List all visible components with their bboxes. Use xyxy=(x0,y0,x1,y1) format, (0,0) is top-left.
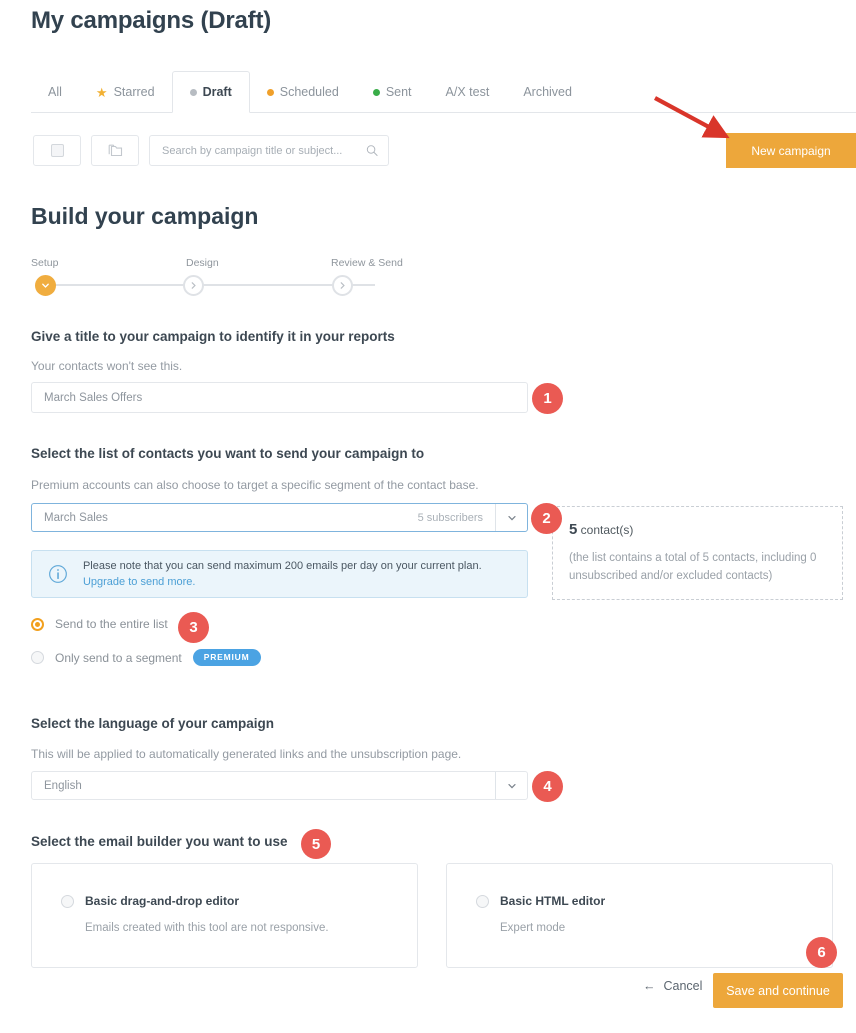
radio-label: Only send to a segment xyxy=(55,650,182,665)
language-select[interactable]: English xyxy=(31,771,528,800)
contacts-note: (the list contains a total of 5 contacts… xyxy=(569,552,817,582)
step-node-setup[interactable] xyxy=(35,275,56,296)
stepper-track xyxy=(45,284,375,286)
contact-list-select[interactable]: March Sales 5 subscribers xyxy=(31,503,528,532)
radio-label: Send to the entire list xyxy=(55,617,168,631)
annotation-badge-5: 5 xyxy=(301,829,331,859)
editor-card-drag-and-drop[interactable]: Basic drag-and-drop editor Emails create… xyxy=(31,863,418,968)
search-icon xyxy=(366,145,378,157)
step-label-setup: Setup xyxy=(31,257,59,269)
search-input[interactable] xyxy=(160,143,366,158)
upgrade-link[interactable]: Upgrade to send more. xyxy=(83,576,196,588)
info-icon xyxy=(49,565,67,583)
tab-label: All xyxy=(48,85,62,99)
step-node-design[interactable] xyxy=(183,275,204,296)
contacts-count-suffix: contact(s) xyxy=(577,523,634,537)
campaign-list-toolbar xyxy=(33,135,389,166)
status-dot-sent-icon xyxy=(372,88,380,96)
daily-limit-text: Please note that you can send maximum 20… xyxy=(83,558,511,591)
contact-list-heading: Select the list of contacts you want to … xyxy=(31,446,425,461)
chevron-right-icon xyxy=(191,282,196,289)
daily-limit-message: Please note that you can send maximum 20… xyxy=(82,559,482,572)
step-node-review[interactable] xyxy=(332,275,353,296)
tab-all[interactable]: All xyxy=(31,71,79,113)
editor-card-html[interactable]: Basic HTML editor Expert mode xyxy=(446,863,833,968)
status-dot-scheduled-icon xyxy=(266,88,274,96)
builder-heading: Select the email builder you want to use xyxy=(31,834,288,849)
campaign-builder-page: My campaigns (Draft) All ★ Starred Draft… xyxy=(0,0,856,1033)
chevron-down-icon[interactable] xyxy=(495,504,527,531)
tab-label: Starred xyxy=(113,85,155,99)
radio-unselected-icon[interactable] xyxy=(476,894,489,908)
campaign-title-subtext: Your contacts won't see this. xyxy=(31,359,183,373)
tab-scheduled[interactable]: Scheduled xyxy=(250,71,356,113)
step-label-review: Review & Send xyxy=(331,257,403,269)
tab-label: Scheduled xyxy=(279,85,339,99)
new-campaign-button[interactable]: New campaign xyxy=(726,133,856,168)
checkbox-icon xyxy=(50,144,64,157)
select-all-button[interactable] xyxy=(33,135,81,166)
tab-label: Draft xyxy=(202,85,232,99)
campaign-title-input[interactable]: March Sales Offers xyxy=(31,382,528,413)
contact-list-subtext: Premium accounts can also choose to targ… xyxy=(31,478,479,492)
editor-title: Basic HTML editor xyxy=(500,894,606,908)
campaign-tabs: All ★ Starred Draft Scheduled Sent A/X t… xyxy=(31,71,856,113)
folder-icon xyxy=(108,144,122,157)
radio-send-segment[interactable]: Only send to a segment PREMIUM xyxy=(31,649,261,666)
editor-subtitle: Emails created with this tool are not re… xyxy=(85,922,329,934)
campaign-stepper: Setup Design Review & Send xyxy=(31,257,411,297)
premium-badge: PREMIUM xyxy=(192,649,261,666)
move-to-folder-button[interactable] xyxy=(91,135,139,166)
tab-archived[interactable]: Archived xyxy=(506,71,589,113)
annotation-badge-4: 4 xyxy=(532,771,563,802)
editor-subtitle: Expert mode xyxy=(500,922,566,934)
chevron-down-icon xyxy=(42,283,49,288)
step-label-design: Design xyxy=(186,257,219,269)
tab-label: Sent xyxy=(385,85,412,99)
save-and-continue-button[interactable]: Save and continue xyxy=(713,973,843,1008)
radio-selected-icon xyxy=(31,617,44,631)
cancel-button[interactable]: ← Cancel xyxy=(637,978,708,994)
section-title: Build your campaign xyxy=(31,203,259,229)
tab-label: Archived xyxy=(523,85,572,99)
tab-starred[interactable]: ★ Starred xyxy=(79,71,172,113)
star-icon: ★ xyxy=(95,84,108,100)
tab-ax-test[interactable]: A/X test xyxy=(429,71,507,113)
tab-label: A/X test xyxy=(445,85,490,99)
campaign-title-heading: Give a title to your campaign to identif… xyxy=(31,329,395,344)
radio-send-entire-list[interactable]: Send to the entire list xyxy=(31,617,168,631)
language-value: English xyxy=(44,779,82,792)
arrow-left-icon: ← xyxy=(643,979,656,993)
chevron-right-icon xyxy=(340,282,345,289)
editor-title: Basic drag-and-drop editor xyxy=(85,894,240,908)
contact-list-value: March Sales xyxy=(44,511,108,524)
language-heading: Select the language of your campaign xyxy=(31,716,275,731)
radio-unselected-icon xyxy=(31,651,44,664)
language-subtext: This will be applied to automatically ge… xyxy=(31,747,462,761)
campaign-title-value: March Sales Offers xyxy=(44,391,143,404)
page-title: My campaigns (Draft) xyxy=(31,7,272,34)
status-dot-draft-icon xyxy=(189,88,197,96)
contacts-count-row: 5 contact(s) xyxy=(569,521,826,538)
radio-unselected-icon[interactable] xyxy=(61,894,74,908)
annotation-badge-2: 2 xyxy=(531,503,562,534)
annotation-badge-3: 3 xyxy=(178,612,209,643)
contacts-summary-panel: 5 contact(s) (the list contains a total … xyxy=(552,506,843,600)
contact-list-subscriber-count: 5 subscribers xyxy=(417,511,483,524)
cancel-label: Cancel xyxy=(663,979,703,993)
annotation-badge-1: 1 xyxy=(532,383,563,414)
annotation-badge-6: 6 xyxy=(806,937,837,968)
tab-draft[interactable]: Draft xyxy=(171,71,250,113)
daily-limit-notice: Please note that you can send maximum 20… xyxy=(31,550,528,598)
chevron-down-icon[interactable] xyxy=(495,772,527,799)
search-box[interactable] xyxy=(149,135,389,166)
tab-sent[interactable]: Sent xyxy=(356,71,429,113)
